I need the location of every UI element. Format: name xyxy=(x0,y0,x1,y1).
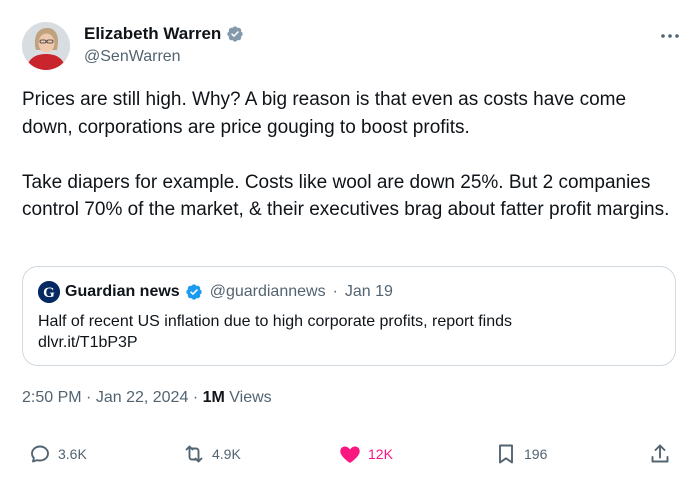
repost-button[interactable]: 4.9K xyxy=(182,442,241,466)
bookmark-button[interactable]: 196 xyxy=(494,442,547,466)
quoted-tweet[interactable]: G Guardian news @guardiannews · Jan 19 H… xyxy=(22,266,676,366)
heart-icon xyxy=(340,446,360,463)
tweet-time[interactable]: 2:50 PM xyxy=(22,389,82,406)
author-block: Elizabeth Warren @SenWarren xyxy=(84,24,244,66)
repost-count: 4.9K xyxy=(212,446,241,462)
quoted-author-handle[interactable]: @guardiannews xyxy=(210,283,326,301)
tweet-paragraph: Prices are still high. Why? A big reason… xyxy=(22,89,627,138)
author-name[interactable]: Elizabeth Warren xyxy=(84,24,221,44)
tweet-header: Elizabeth Warren @SenWarren xyxy=(22,22,682,70)
reply-button[interactable]: 3.6K xyxy=(28,442,87,466)
views-label: Views xyxy=(229,389,272,406)
separator-dot: · xyxy=(86,389,96,406)
bookmark-icon xyxy=(499,444,513,464)
reply-icon xyxy=(31,445,49,463)
reply-count: 3.6K xyxy=(58,446,87,462)
tweet-paragraph: Take diapers for example. Costs like woo… xyxy=(22,171,670,221)
more-options-icon[interactable] xyxy=(658,26,682,46)
guardian-logo-icon[interactable]: G xyxy=(38,281,60,303)
share-button[interactable] xyxy=(648,442,672,466)
separator-dot: · xyxy=(192,389,203,406)
tweet-meta: 2:50 PM · Jan 22, 2024 · 1M Views xyxy=(22,389,272,407)
quoted-tweet-text: Half of recent US inflation due to high … xyxy=(38,311,512,353)
quoted-author-name[interactable]: Guardian news xyxy=(65,283,180,301)
author-handle[interactable]: @SenWarren xyxy=(84,48,244,66)
like-button[interactable]: 12K xyxy=(338,442,393,466)
verified-badge-icon[interactable] xyxy=(185,283,203,301)
avatar[interactable] xyxy=(22,22,70,70)
separator-dot: · xyxy=(332,283,338,300)
bookmark-count: 196 xyxy=(524,446,548,462)
repost-icon xyxy=(185,445,203,463)
share-icon xyxy=(651,444,669,463)
quoted-link[interactable]: dlvr.it/T1bP3P xyxy=(38,332,512,353)
svg-text:G: G xyxy=(43,285,55,301)
verified-badge-icon[interactable] xyxy=(226,25,244,43)
views-count: 1M xyxy=(202,389,225,406)
tweet-date[interactable]: Jan 22, 2024 xyxy=(96,389,189,406)
quoted-headline: Half of recent US inflation due to high … xyxy=(38,313,513,330)
action-bar: 3.6K 4.9K 12K 196 xyxy=(22,442,678,472)
tweet-text: Prices are still high. Why? A big reason… xyxy=(22,86,672,224)
quoted-tweet-header: G Guardian news @guardiannews · Jan 19 xyxy=(38,281,393,303)
quoted-date[interactable]: Jan 19 xyxy=(345,283,393,301)
like-count: 12K xyxy=(368,446,393,462)
